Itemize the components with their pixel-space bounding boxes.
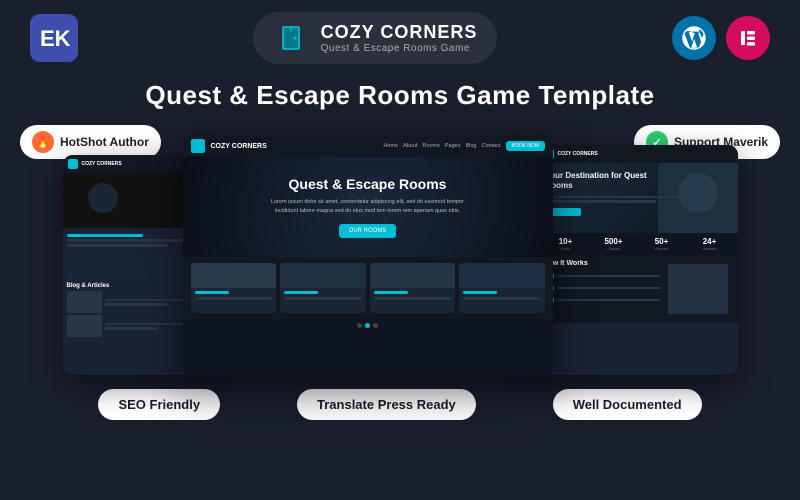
well-documented-badge: Well Documented	[553, 389, 702, 420]
mobile-article-img-2	[67, 315, 102, 337]
desktop-card-img-3	[370, 263, 456, 288]
elementor-logo	[726, 16, 770, 60]
door-icon	[273, 20, 309, 56]
tablet-side-image	[668, 264, 728, 314]
desktop-hero: Quest & Escape Rooms Lorem ipsum dolor s…	[183, 157, 553, 257]
main-title: Quest & Escape Rooms Game Template	[0, 80, 800, 111]
desktop-preview: COZY CORNERS Home About Rooms Pages Blog…	[183, 135, 553, 375]
tablet-stats: 10+ Years 500+ Clients 50+ Rooms 24+ Awa…	[538, 233, 738, 255]
mobile-preview: COZY CORNERS	[63, 155, 198, 375]
seo-label: SEO Friendly	[118, 397, 200, 412]
hero-subtitle: Lorem ipsum dolor sit amet, consectetur …	[268, 198, 468, 216]
tablet-hero: Your Destination for Quest Rooms	[538, 163, 738, 233]
mobile-nav: COZY CORNERS	[63, 155, 198, 173]
mobile-line-2	[67, 239, 194, 242]
brand-center: COZY CORNERS Quest & Escape Rooms Game	[253, 12, 498, 64]
tablet-hero-text: Your Destination for Quest Rooms	[538, 163, 738, 224]
tablet-nav: COZY CORNERS	[538, 145, 738, 163]
tablet-step-2	[544, 283, 660, 293]
mobile-article-lines-2	[105, 315, 194, 337]
screens-wrapper: COZY CORNERS	[20, 125, 780, 375]
dot-3	[373, 323, 378, 328]
brand-text: COZY CORNERS Quest & Escape Rooms Game	[321, 22, 478, 54]
nav-rooms: Rooms	[422, 143, 439, 149]
mobile-line-3	[67, 244, 169, 247]
brand-title: COZY CORNERS	[321, 22, 478, 43]
nav-blog: Blog	[465, 143, 476, 149]
ek-logo: EK	[30, 14, 78, 62]
dot-1	[357, 323, 362, 328]
mobile-article-lines-1	[105, 291, 194, 313]
carousel-dots	[183, 319, 553, 332]
desktop-nav-logo	[191, 139, 205, 153]
book-now-btn[interactable]: BOOK NOW	[506, 141, 544, 151]
nav-contact: Contact	[481, 143, 500, 149]
tablet-stat-3: 50+ Rooms	[640, 237, 684, 251]
tablet-nav-brand: COZY CORNERS	[558, 151, 598, 157]
tablet-how-it-works: How It Works	[538, 255, 738, 323]
our-rooms-btn[interactable]: OUR ROOMS	[339, 224, 397, 238]
mobile-hero-image	[63, 173, 198, 228]
mobile-section-title: Blog & Articles	[67, 283, 194, 289]
documented-label: Well Documented	[573, 397, 682, 412]
mobile-brand: COZY CORNERS	[82, 161, 122, 167]
tablet-step-3	[544, 295, 660, 305]
tablet-hero-title: Your Destination for Quest Rooms	[546, 171, 730, 192]
desktop-nav: COZY CORNERS Home About Rooms Pages Blog…	[183, 135, 553, 157]
desktop-card-2	[280, 263, 366, 313]
nav-home: Home	[383, 143, 398, 149]
brand-subtitle: Quest & Escape Rooms Game	[321, 43, 478, 54]
desktop-card-img-4	[459, 263, 545, 288]
mobile-article-img-1	[67, 291, 102, 313]
mobile-logo	[68, 159, 78, 169]
how-it-works-title: How It Works	[544, 260, 660, 267]
svg-text:EK: EK	[40, 26, 70, 51]
tablet-stat-2: 500+ Clients	[592, 237, 636, 251]
wordpress-logo	[672, 16, 716, 60]
translate-press-badge: Translate Press Ready	[297, 389, 476, 420]
desktop-card-3	[370, 263, 456, 313]
top-bar: EK COZY CORNERS Quest & Escape Rooms Gam…	[0, 0, 800, 76]
translate-label: Translate Press Ready	[317, 397, 456, 412]
mobile-line-1	[67, 234, 143, 237]
tablet-stat-4: 24+ Awards	[688, 237, 732, 251]
seo-friendly-badge: SEO Friendly	[98, 389, 220, 420]
desktop-card-4	[459, 263, 545, 313]
nav-about: About	[403, 143, 417, 149]
desktop-nav-links: Home About Rooms Pages Blog Contact	[383, 143, 500, 149]
mobile-article-1	[67, 291, 194, 313]
mobile-content: Blog & Articles	[63, 228, 198, 343]
bottom-badges: SEO Friendly Translate Press Ready Well …	[0, 375, 800, 420]
tablet-preview: COZY CORNERS Your Destination for Quest …	[538, 145, 738, 375]
dot-2-active	[365, 323, 370, 328]
mobile-card-2	[110, 251, 150, 279]
desktop-card-img-2	[280, 263, 366, 288]
platform-logos	[672, 16, 770, 60]
desktop-nav-brand: COZY CORNERS	[211, 143, 267, 150]
hero-title: Quest & Escape Rooms	[289, 176, 447, 192]
desktop-cards	[183, 257, 553, 319]
mobile-cards	[67, 251, 194, 279]
hotshot-author-badge: 🔥 HotShot Author	[20, 125, 161, 159]
mobile-card-1	[67, 251, 107, 279]
hotshot-icon: 🔥	[32, 131, 54, 153]
desktop-card-1	[191, 263, 277, 313]
content-area: 🔥 HotShot Author ✓ Support Maverik COZY …	[0, 125, 800, 375]
hotshot-author-label: HotShot Author	[60, 135, 149, 149]
mobile-article-2	[67, 315, 194, 337]
nav-pages: Pages	[445, 143, 461, 149]
tablet-step-1	[544, 271, 660, 281]
desktop-card-img-1	[191, 263, 277, 288]
